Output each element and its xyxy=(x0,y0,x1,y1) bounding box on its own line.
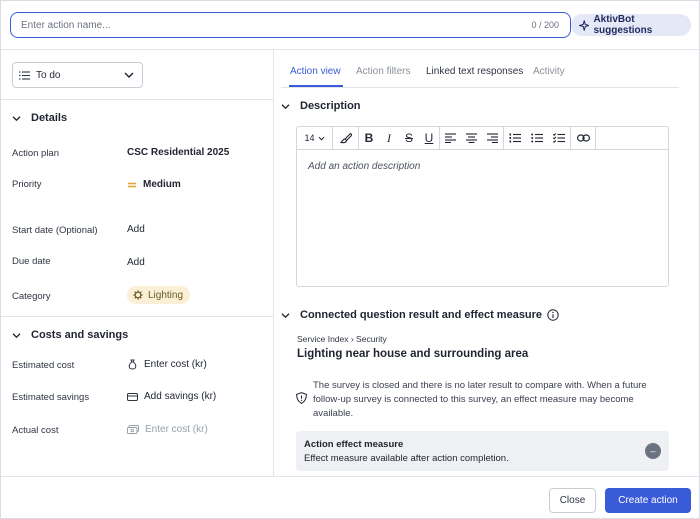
italic-button[interactable]: I xyxy=(379,127,399,150)
chevron-down-icon xyxy=(318,136,324,140)
brush-icon xyxy=(339,132,352,144)
chevron-down-icon xyxy=(281,312,290,318)
actual-cost-text: Enter cost (kr) xyxy=(145,424,208,435)
create-action-dialog: 0 / 200 AktivBot suggestions To do Detai… xyxy=(0,0,700,519)
ordered-list-icon xyxy=(509,133,521,143)
effect-measure-status-badge: – xyxy=(645,443,661,459)
details-section-toggle[interactable]: Details xyxy=(12,112,67,124)
costs-section-toggle[interactable]: Costs and savings xyxy=(12,329,128,341)
details-panel: To do Details Action plan CSC Residentia… xyxy=(1,50,274,476)
align-left-button[interactable] xyxy=(440,127,461,150)
effect-measure-description: Effect measure available after action co… xyxy=(304,453,509,464)
font-size-select[interactable]: 14 xyxy=(297,127,332,150)
aktivbot-suggestions-button[interactable]: AktivBot suggestions xyxy=(571,14,691,36)
status-select[interactable]: To do xyxy=(12,62,143,88)
connected-title: Connected question result and effect mea… xyxy=(300,309,543,321)
bullet-list-button[interactable] xyxy=(526,127,548,150)
actual-cost-input: Enter cost (kr) xyxy=(127,424,208,435)
divider xyxy=(1,316,273,317)
estimated-cost-text: Enter cost (kr) xyxy=(144,359,207,370)
description-placeholder[interactable]: Add an action description xyxy=(308,161,420,172)
tab-action-view[interactable]: Action view xyxy=(290,66,341,77)
ordered-list-button[interactable] xyxy=(504,127,526,150)
question-breadcrumb: Service Index › Security xyxy=(297,334,387,344)
underline-button[interactable]: U xyxy=(419,127,439,150)
status-value: To do xyxy=(36,69,61,81)
category-chip[interactable]: Lighting xyxy=(127,286,191,304)
link-button[interactable] xyxy=(571,127,595,150)
costs-title: Costs and savings xyxy=(31,329,129,341)
description-editor: 14 B I S U Add an action description xyxy=(296,126,669,287)
align-right-icon xyxy=(487,133,498,143)
header-bar: 0 / 200 AktivBot suggestions xyxy=(1,1,699,50)
align-center-icon xyxy=(466,133,477,143)
priority-value[interactable]: Medium xyxy=(127,179,181,190)
create-action-button[interactable]: Create action xyxy=(605,488,691,513)
estimated-savings-text: Add savings (kr) xyxy=(144,391,217,402)
chevron-down-icon xyxy=(12,332,21,338)
effect-measure-title: Action effect measure xyxy=(304,439,404,450)
start-date-label: Start date (Optional) xyxy=(12,225,98,236)
action-plan-label: Action plan xyxy=(12,148,60,159)
action-name-input[interactable] xyxy=(21,17,501,33)
editor-toolbar: 14 B I S U xyxy=(297,126,668,150)
priority-label: Priority xyxy=(12,179,42,190)
align-center-button[interactable] xyxy=(461,127,482,150)
bullet-list-icon xyxy=(531,133,543,143)
priority-text: Medium xyxy=(143,179,181,190)
gear-icon xyxy=(133,290,143,300)
question-title: Lighting near house and surrounding area xyxy=(297,348,529,360)
close-button[interactable]: Close xyxy=(549,488,596,513)
chevron-down-icon xyxy=(12,115,21,121)
effect-measure-card: Action effect measure Effect measure ava… xyxy=(296,431,669,471)
details-title: Details xyxy=(31,112,68,124)
tab-bar: Action view Action filters Linked text r… xyxy=(281,50,679,88)
highlight-button[interactable] xyxy=(333,127,358,150)
survey-closed-note: The survey is closed and there is no lat… xyxy=(313,380,647,419)
tab-linked-text-responses[interactable]: Linked text responses xyxy=(426,66,523,77)
font-size-value: 14 xyxy=(304,133,315,143)
estimated-cost-label: Estimated cost xyxy=(12,360,75,371)
description-title: Description xyxy=(300,100,361,112)
priority-medium-icon xyxy=(128,182,136,187)
due-date-label: Due date xyxy=(12,256,51,267)
action-content-panel: Action view Action filters Linked text r… xyxy=(275,50,699,476)
list-icon xyxy=(19,70,30,80)
sparkle-icon xyxy=(579,19,590,31)
wallet-icon xyxy=(127,392,138,401)
action-plan-value: CSC Residential 2025 xyxy=(127,147,230,158)
start-date-add[interactable]: Add xyxy=(127,224,145,235)
estimated-savings-input[interactable]: Add savings (kr) xyxy=(127,391,216,402)
active-tab-indicator xyxy=(289,85,343,87)
category-text: Lighting xyxy=(148,289,184,301)
divider xyxy=(1,99,273,100)
category-label: Category xyxy=(12,291,51,302)
align-right-button[interactable] xyxy=(482,127,503,150)
align-left-icon xyxy=(445,133,456,143)
strikethrough-button[interactable]: S xyxy=(399,127,419,150)
tab-action-filters[interactable]: Action filters xyxy=(356,66,410,77)
bold-button[interactable]: B xyxy=(359,127,379,150)
action-name-field[interactable]: 0 / 200 xyxy=(10,12,571,38)
estimated-cost-input[interactable]: Enter cost (kr) xyxy=(127,359,207,370)
checklist-button[interactable] xyxy=(548,127,570,150)
chevron-down-icon xyxy=(281,103,290,109)
tab-activity[interactable]: Activity xyxy=(533,66,565,77)
shield-icon xyxy=(296,392,307,404)
dialog-footer: Close Create action xyxy=(1,476,699,518)
aktivbot-label: AktivBot suggestions xyxy=(593,14,653,36)
due-date-add[interactable]: Add xyxy=(127,257,145,268)
connected-section-toggle[interactable]: Connected question result and effect mea… xyxy=(281,309,559,321)
info-icon[interactable] xyxy=(547,309,559,321)
money-bag-icon xyxy=(128,359,137,370)
char-counter: 0 / 200 xyxy=(531,20,559,30)
chevron-down-icon xyxy=(124,72,134,78)
estimated-savings-label: Estimated savings xyxy=(12,392,90,403)
checklist-icon xyxy=(553,133,565,143)
description-section-toggle[interactable]: Description xyxy=(281,100,361,112)
actual-cost-label: Actual cost xyxy=(12,425,59,436)
link-icon xyxy=(576,134,590,142)
cash-icon xyxy=(127,425,139,434)
